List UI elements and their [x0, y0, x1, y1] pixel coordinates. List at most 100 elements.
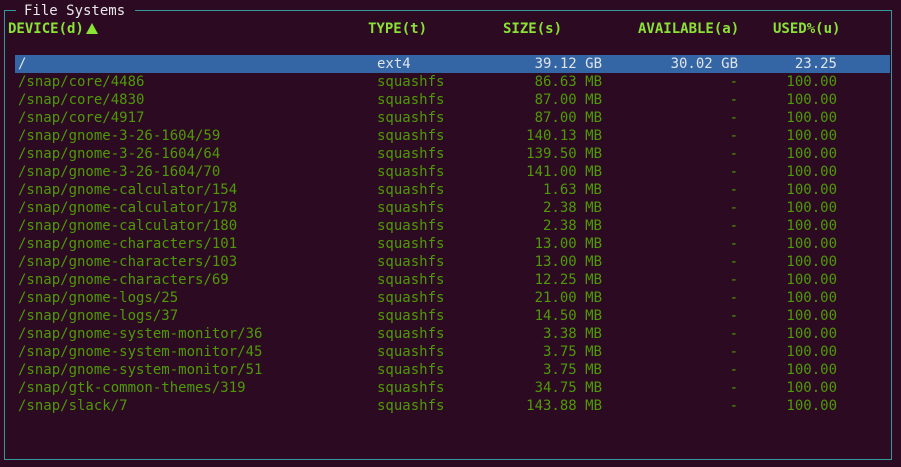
table-header: DEVICE(d) TYPE(t) SIZE(s) AVAILABLE(a) U…	[0, 20, 901, 38]
size-cell: 2.38 MB	[542, 218, 602, 234]
device-cell: /snap/gnome-3-26-1604/64	[18, 146, 221, 162]
type-cell: squashfs	[377, 380, 445, 396]
table-row[interactable]: /snap/gnome-logs/37 squashfs 14.50 MB - 100.…	[0, 307, 901, 325]
available-cell: -	[729, 164, 738, 180]
type-cell: squashfs	[377, 74, 445, 90]
available-cell: -	[729, 182, 738, 198]
device-cell: /snap/gnome-system-monitor/36	[18, 326, 263, 342]
size-cell: 3.75 MB	[542, 344, 602, 360]
available-cell: -	[729, 74, 738, 90]
used-cell: 100.00	[786, 128, 837, 144]
size-cell: 87.00 MB	[534, 92, 602, 108]
table-row[interactable]: / ext4 39.12 GB 30.02 GB 23.25	[0, 55, 901, 73]
column-header-available[interactable]: AVAILABLE(a)	[638, 20, 739, 38]
table-row[interactable]: /snap/gnome-calculator/180 squashfs 2.38 M…	[0, 217, 901, 235]
device-cell: /snap/gnome-characters/69	[18, 272, 229, 288]
available-cell: -	[729, 110, 738, 126]
used-cell: 100.00	[786, 290, 837, 306]
used-cell: 100.00	[786, 254, 837, 270]
available-cell: -	[729, 272, 738, 288]
type-cell: squashfs	[377, 362, 445, 378]
available-cell: -	[729, 344, 738, 360]
used-cell: 23.25	[794, 56, 837, 72]
size-cell: 12.25 MB	[534, 272, 602, 288]
used-cell: 100.00	[786, 236, 837, 252]
table-row[interactable]: /snap/gtk-common-themes/319 squashfs 34.75…	[0, 379, 901, 397]
size-cell: 13.00 MB	[534, 254, 602, 270]
table-row[interactable]: /snap/gnome-calculator/154 squashfs 1.63 M…	[0, 181, 901, 199]
table-row[interactable]: /snap/gnome-3-26-1604/59 squashfs 140.13 M…	[0, 127, 901, 145]
device-cell: /	[18, 56, 27, 72]
device-cell: /snap/core/4830	[18, 92, 145, 108]
device-cell: /snap/gnome-characters/103	[18, 254, 238, 270]
device-cell: /snap/gnome-characters/101	[18, 236, 238, 252]
used-cell: 100.00	[786, 380, 837, 396]
size-cell: 39.12 GB	[534, 56, 602, 72]
used-cell: 100.00	[786, 164, 837, 180]
available-cell: -	[729, 398, 738, 414]
used-cell: 100.00	[786, 218, 837, 234]
table-row[interactable]: /snap/gnome-3-26-1604/70 squashfs 141.00 M…	[0, 163, 901, 181]
table-row[interactable]: /snap/gnome-3-26-1604/64 squashfs 139.50 M…	[0, 145, 901, 163]
type-cell: squashfs	[377, 110, 445, 126]
type-cell: squashfs	[377, 200, 445, 216]
used-cell: 100.00	[786, 200, 837, 216]
available-cell: -	[729, 326, 738, 342]
size-cell: 141.00 MB	[526, 164, 602, 180]
table-row[interactable]: /snap/gnome-logs/25 squashfs 21.00 MB - 100.…	[0, 289, 901, 307]
used-cell: 100.00	[786, 92, 837, 108]
used-cell: 100.00	[786, 74, 837, 90]
type-cell: squashfs	[377, 326, 445, 342]
sort-ascending-icon	[85, 23, 98, 34]
available-cell: -	[729, 380, 738, 396]
used-cell: 100.00	[786, 110, 837, 126]
available-cell: -	[729, 200, 738, 216]
available-cell: -	[729, 92, 738, 108]
table-row[interactable]: /snap/core/4486 squashfs 86.63 MB - 100.00	[0, 73, 901, 91]
available-cell: 30.02 GB	[670, 56, 738, 72]
table-row[interactable]: /snap/gnome-system-monitor/51 squashfs 3.7…	[0, 361, 901, 379]
size-cell: 87.00 MB	[534, 110, 602, 126]
panel-title: File Systems	[16, 2, 136, 20]
column-header-device[interactable]: DEVICE(d)	[8, 20, 98, 38]
device-cell: /snap/gnome-calculator/178	[18, 200, 238, 216]
used-cell: 100.00	[786, 398, 837, 414]
size-cell: 34.75 MB	[534, 380, 602, 396]
column-header-size[interactable]: SIZE(s)	[503, 20, 562, 38]
table-row[interactable]: /snap/gnome-system-monitor/36 squashfs 3.3…	[0, 325, 901, 343]
device-cell: /snap/core/4917	[18, 110, 145, 126]
used-cell: 100.00	[786, 326, 837, 342]
available-cell: -	[729, 236, 738, 252]
type-cell: squashfs	[377, 146, 445, 162]
column-header-used[interactable]: USED%(u)	[773, 20, 840, 38]
device-cell: /snap/gnome-calculator/180	[18, 218, 238, 234]
used-cell: 100.00	[786, 344, 837, 360]
available-cell: -	[729, 362, 738, 378]
table-row[interactable]: /snap/gnome-calculator/178 squashfs 2.38 M…	[0, 199, 901, 217]
size-cell: 3.75 MB	[542, 362, 602, 378]
table-row[interactable]: /snap/core/4917 squashfs 87.00 MB - 100.00	[0, 109, 901, 127]
used-cell: 100.00	[786, 272, 837, 288]
available-cell: -	[729, 290, 738, 306]
table-row[interactable]: /snap/core/4830 squashfs 87.00 MB - 100.00	[0, 91, 901, 109]
table-row[interactable]: /snap/slack/7 squashfs 143.88 MB - 100.00	[0, 397, 901, 415]
column-header-type[interactable]: TYPE(t)	[368, 20, 427, 38]
type-cell: squashfs	[377, 290, 445, 306]
type-cell: squashfs	[377, 272, 445, 288]
device-cell: /snap/gnome-logs/25	[18, 290, 179, 306]
table-row[interactable]: /snap/gnome-characters/103 squashfs 13.00 …	[0, 253, 901, 271]
table-row[interactable]: /snap/gnome-characters/101 squashfs 13.00 …	[0, 235, 901, 253]
type-cell: squashfs	[377, 164, 445, 180]
type-cell: squashfs	[377, 344, 445, 360]
device-cell: /snap/gnome-calculator/154	[18, 182, 238, 198]
table-row[interactable]: /snap/gnome-system-monitor/45 squashfs 3.7…	[0, 343, 901, 361]
type-cell: ext4	[377, 56, 411, 72]
size-cell: 143.88 MB	[526, 398, 602, 414]
device-cell: /snap/gnome-logs/37	[18, 308, 179, 324]
type-cell: squashfs	[377, 308, 445, 324]
device-cell: /snap/gnome-3-26-1604/70	[18, 164, 221, 180]
size-cell: 1.63 MB	[542, 182, 602, 198]
device-cell: /snap/gnome-system-monitor/51	[18, 362, 263, 378]
available-cell: -	[729, 308, 738, 324]
table-row[interactable]: /snap/gnome-characters/69 squashfs 12.25 M…	[0, 271, 901, 289]
